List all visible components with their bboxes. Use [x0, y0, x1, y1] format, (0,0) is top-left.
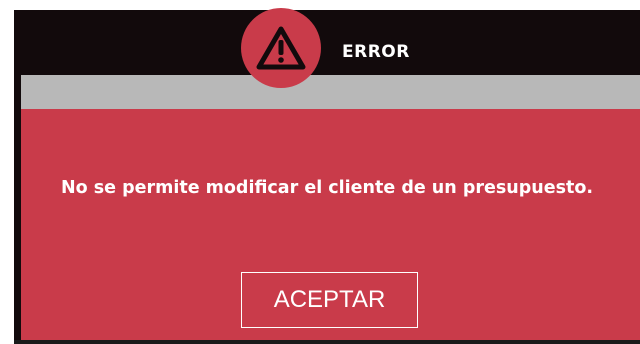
accept-button[interactable]: ACEPTAR [241, 272, 418, 328]
dialog-bottom-edge [14, 340, 640, 344]
header-divider-strip [21, 75, 640, 109]
warning-badge [241, 8, 321, 88]
error-dialog: ERROR No se permite modificar el cliente… [14, 8, 640, 340]
dialog-header [14, 10, 640, 75]
dialog-left-edge [14, 75, 21, 340]
warning-triangle-icon [256, 26, 306, 70]
error-message: No se permite modificar el cliente de un… [60, 178, 594, 198]
screen: ERROR No se permite modificar el cliente… [0, 0, 640, 344]
dialog-title: ERROR [342, 42, 410, 62]
